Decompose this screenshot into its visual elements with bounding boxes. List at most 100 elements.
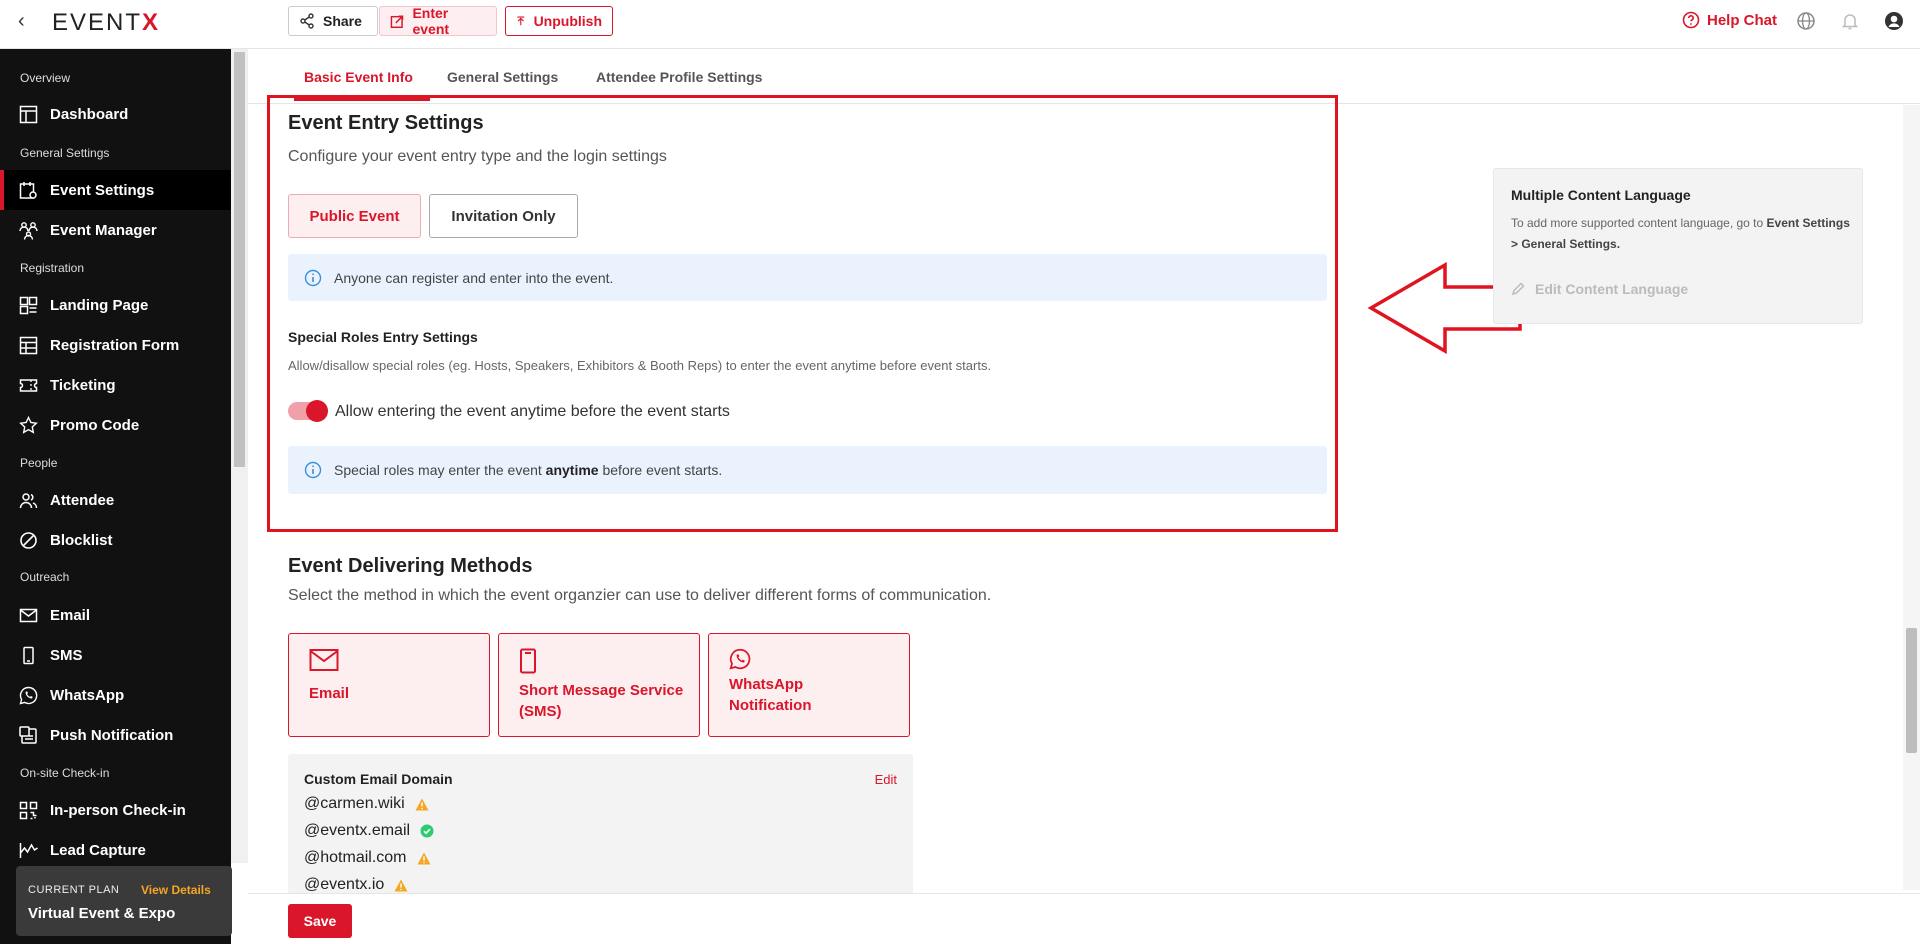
share-label: Share	[323, 13, 362, 29]
content-language-desc-text: To add more supported content language, …	[1511, 216, 1764, 230]
sidebar-item-event-settings[interactable]: Event Settings	[0, 170, 231, 210]
share-icon	[300, 13, 314, 29]
edit-content-language-label: Edit Content Language	[1535, 281, 1689, 297]
domain-name: @carmen.wiki	[304, 795, 405, 812]
upload-icon	[517, 16, 525, 25]
delivering-methods-subtitle: Select the method in which the event org…	[288, 587, 992, 604]
layout-icon	[19, 296, 38, 314]
help-circle-icon	[1682, 11, 1700, 29]
star-icon	[19, 415, 38, 434]
sidebar-item-landing-page[interactable]: Landing Page	[0, 285, 231, 325]
domain-list-item: @eventx.io	[304, 876, 408, 894]
sidebar-item-ticketing[interactable]: Ticketing	[0, 365, 231, 405]
plan-name: Virtual Event & Expo	[28, 905, 176, 922]
user-account-icon[interactable]	[1884, 11, 1904, 31]
sidebar-item-promo-code[interactable]: Promo Code	[0, 405, 231, 445]
sidebar-item-label: Registration Form	[50, 336, 180, 354]
domain-list-item: @eventx.email	[304, 822, 434, 840]
help-chat-button[interactable]: Help Chat	[1682, 11, 1777, 29]
table-icon	[19, 336, 38, 354]
back-chevron-icon[interactable]: ‹	[18, 10, 36, 32]
mail-icon	[19, 608, 38, 622]
unpublish-button[interactable]: Unpublish	[505, 6, 613, 36]
sidebar-scrollbar-thumb[interactable]	[234, 52, 245, 467]
delivering-methods-title: Event Delivering Methods	[288, 555, 533, 577]
domain-name: @eventx.email	[304, 822, 411, 839]
tab-general-settings[interactable]: General Settings	[447, 69, 558, 85]
plan-label: CURRENT PLAN	[28, 884, 120, 896]
sidebar-item-inperson-checkin[interactable]: In-person Check-in	[0, 790, 231, 830]
footer-bar	[248, 893, 1920, 944]
globe-icon[interactable]	[1796, 11, 1816, 31]
logo-accent: X	[142, 9, 161, 36]
content-language-title: Multiple Content Language	[1511, 187, 1691, 203]
warning-icon	[415, 798, 429, 810]
sidebar-item-sms[interactable]: SMS	[0, 635, 231, 675]
dashboard-icon	[19, 105, 38, 123]
whatsapp-icon	[729, 648, 751, 670]
view-details-link[interactable]: View Details	[141, 883, 211, 897]
settings-calendar-icon	[19, 181, 37, 199]
sidebar-item-label: Event Settings	[50, 181, 155, 199]
mobile-phone-icon	[520, 648, 536, 674]
sidebar-item-registration-form[interactable]: Registration Form	[0, 325, 231, 365]
content-language-card: Multiple Content Language To add more su…	[1493, 168, 1863, 324]
sidebar-item-push-notification[interactable]: Push Notification	[0, 715, 231, 755]
help-chat-label: Help Chat	[1707, 11, 1778, 29]
sidebar-item-label: Event Manager	[50, 221, 157, 239]
tab-attendee-profile-settings[interactable]: Attendee Profile Settings	[596, 69, 762, 85]
users-icon	[19, 492, 38, 508]
mobile-phone-icon	[23, 646, 34, 664]
sidebar-item-label: Blocklist	[50, 531, 113, 549]
domain-edit-link[interactable]: Edit	[875, 772, 897, 787]
sidebar-item-whatsapp[interactable]: WhatsApp	[0, 675, 231, 715]
section-overview: Overview	[20, 71, 71, 85]
sidebar-item-label: Attendee	[50, 491, 115, 509]
method-sms-label-line1: Short Message Service	[519, 682, 684, 699]
sidebar-item-dashboard[interactable]: Dashboard	[0, 94, 231, 134]
sidebar-item-attendee[interactable]: Attendee	[0, 480, 231, 520]
tab-basic-event-info[interactable]: Basic Event Info	[304, 69, 413, 85]
mail-icon	[309, 649, 339, 671]
push-notification-icon	[19, 725, 37, 744]
domain-name: @hotmail.com	[304, 849, 407, 866]
custom-email-domain-panel: Custom Email Domain Edit @carmen.wiki @e…	[288, 754, 913, 894]
pencil-icon	[1511, 282, 1525, 296]
method-whatsapp-label-line2: Notification	[729, 697, 812, 714]
section-outreach: Outreach	[20, 570, 70, 584]
edit-content-language-button[interactable]: Edit Content Language	[1511, 281, 1688, 297]
main-scrollbar-thumb[interactable]	[1906, 628, 1917, 753]
method-email-label: Email	[309, 685, 350, 702]
domain-list-item: @hotmail.com	[304, 849, 431, 867]
method-whatsapp-card[interactable]: WhatsApp Notification	[708, 633, 910, 737]
method-email-card[interactable]: Email	[288, 633, 490, 737]
enter-event-button[interactable]: Enter event	[379, 5, 497, 37]
method-whatsapp-label-line1: WhatsApp	[729, 676, 804, 693]
main-scrollbar[interactable]	[1903, 105, 1920, 890]
current-plan-card: CURRENT PLAN View Details Virtual Event …	[16, 866, 232, 936]
sidebar-item-label: Email	[50, 606, 91, 624]
sidebar-item-label: In-person Check-in	[50, 801, 186, 819]
annotation-highlight-box	[267, 95, 1338, 532]
sidebar-item-label: Landing Page	[50, 296, 149, 314]
activity-icon	[19, 842, 38, 858]
eventx-logo[interactable]: EVENTX	[52, 9, 160, 37]
bell-icon[interactable]	[1840, 11, 1860, 31]
sidebar-item-label: Ticketing	[50, 376, 116, 394]
sidebar-item-label: Lead Capture	[50, 841, 146, 859]
sidebar-item-event-manager[interactable]: Event Manager	[0, 210, 231, 250]
sidebar-item-label: Promo Code	[50, 416, 140, 434]
sidebar-item-email[interactable]: Email	[0, 595, 231, 635]
method-sms-card[interactable]: Short Message Service (SMS)	[498, 633, 700, 737]
sidebar-item-blocklist[interactable]: Blocklist	[0, 520, 231, 560]
people-group-icon	[19, 221, 38, 240]
section-general-settings: General Settings	[20, 146, 110, 160]
sidebar-item-label: Push Notification	[50, 726, 174, 744]
domain-name: @eventx.io	[304, 876, 385, 893]
domain-list-item: @carmen.wiki	[304, 795, 429, 813]
check-circle-icon	[420, 824, 434, 838]
save-button[interactable]: Save	[288, 904, 352, 938]
share-button[interactable]: Share	[288, 6, 378, 36]
warning-icon	[394, 879, 408, 891]
sidebar-item-lead-capture[interactable]: Lead Capture	[0, 830, 231, 870]
